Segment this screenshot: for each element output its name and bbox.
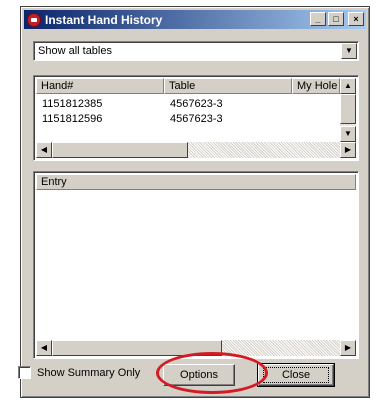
show-summary-only-checkbox[interactable] (18, 366, 31, 379)
title-bar[interactable]: Instant Hand History _ □ × (24, 10, 366, 29)
column-header-hole-cards[interactable]: My Hole Card (292, 78, 340, 94)
arrow-up-icon[interactable]: ▲ (340, 78, 356, 94)
hands-horizontal-scrollbar[interactable]: ◀ ▶ (36, 142, 356, 158)
minimize-button[interactable]: _ (310, 12, 326, 26)
chevron-down-icon[interactable]: ▼ (341, 43, 357, 59)
entry-horizontal-scrollbar[interactable]: ◀ ▶ (36, 340, 356, 356)
close-button[interactable]: Close (257, 363, 335, 387)
horizontal-scroll-thumb[interactable] (52, 142, 188, 158)
show-summary-only-option[interactable]: Show Summary Only (18, 366, 140, 379)
table-row[interactable]: 1151812385 4567623-3 (36, 97, 292, 112)
vertical-scroll-thumb[interactable] (340, 94, 356, 124)
table-id-cell: 4567623-3 (170, 113, 223, 125)
arrow-down-icon[interactable]: ▼ (340, 126, 356, 142)
hands-list-header: Hand# Table My Hole Card (36, 78, 340, 94)
hand-number-cell: 1151812596 (42, 113, 103, 125)
table-filter-value: Show all tables (38, 45, 112, 57)
window-title: Instant Hand History (45, 12, 163, 27)
entry-panel[interactable]: Entry ◀ ▶ (33, 171, 359, 359)
entry-column-header[interactable]: Entry (36, 174, 356, 190)
title-bar-buttons: _ □ × (310, 12, 364, 26)
table-id-cell: 4567623-3 (170, 98, 223, 110)
table-row[interactable]: 1151812596 4567623-3 (36, 112, 292, 127)
arrow-right-icon[interactable]: ▶ (340, 340, 356, 356)
hand-number-cell: 1151812385 (42, 98, 103, 110)
column-header-table[interactable]: Table (164, 78, 292, 94)
poker-chip-icon (27, 12, 41, 27)
hands-vertical-scrollbar[interactable]: ▲ ▼ (340, 78, 356, 142)
entry-scroll-thumb[interactable] (52, 340, 222, 356)
close-button-label: Close (262, 367, 330, 383)
table-filter-dropdown[interactable]: Show all tables ▼ (33, 41, 359, 61)
arrow-left-icon[interactable]: ◀ (36, 142, 52, 158)
show-summary-only-label: Show Summary Only (37, 366, 141, 379)
arrow-right-icon[interactable]: ▶ (340, 142, 356, 158)
options-button-label: Options (180, 369, 218, 381)
instant-hand-history-window: Instant Hand History _ □ × Show all tabl… (20, 6, 370, 398)
options-button[interactable]: Options (163, 364, 235, 386)
hands-list[interactable]: Hand# Table My Hole Card 1151812385 4567… (33, 75, 359, 161)
maximize-button[interactable]: □ (328, 12, 344, 26)
close-window-button[interactable]: × (348, 12, 364, 26)
column-header-hand[interactable]: Hand# (36, 78, 164, 94)
arrow-left-icon[interactable]: ◀ (36, 340, 52, 356)
